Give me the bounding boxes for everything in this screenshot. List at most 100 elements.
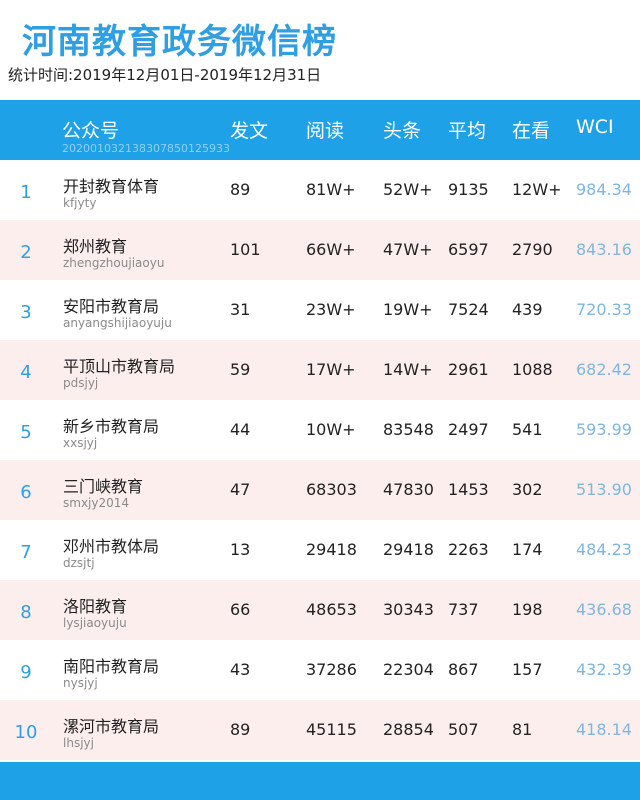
watching-count: 12W+: [512, 180, 562, 199]
table-row: 2 郑州教育 zhengzhoujiaoyu 101 66W+ 47W+ 6597 2790 8…: [0, 220, 640, 280]
average-reads: 737: [448, 600, 479, 619]
watching-count: 157: [512, 660, 543, 679]
header-headline: 头条: [383, 120, 422, 142]
average-reads: 2263: [448, 540, 489, 559]
posts-count: 66: [230, 600, 251, 619]
rank-number: 3: [20, 302, 32, 323]
account-id: dzsjtj: [63, 556, 95, 570]
headline-reads: 29418: [383, 540, 434, 559]
headline-reads: 19W+: [383, 300, 433, 319]
account-name: 漯河市教育局: [63, 717, 160, 736]
average-reads: 7524: [448, 300, 489, 319]
watching-count: 302: [512, 480, 543, 499]
account-name: 平顶山市教育局: [63, 357, 176, 376]
rank-number: 6: [20, 482, 32, 503]
table-row: 10 漯河市教育局 lhsjyj 89 45115 28854 507 81 418.14: [0, 700, 640, 760]
table-row: 7 邓州市教体局 dzsjtj 13 29418 29418 2263 174 484.23: [0, 520, 640, 580]
account-name: 洛阳教育: [63, 597, 128, 616]
average-reads: 1453: [448, 480, 489, 499]
rank-number: 9: [20, 662, 32, 683]
rank-number: 8: [20, 602, 32, 623]
rank-number: 5: [20, 422, 32, 443]
headline-reads: 30343: [383, 600, 434, 619]
wci-score: 843.16: [576, 240, 632, 259]
account-id: kfjyty: [63, 196, 97, 210]
posts-count: 59: [230, 360, 251, 379]
posts-count: 13: [230, 540, 251, 559]
wci-score: 436.68: [576, 600, 632, 619]
account-id: anyangshijiaoyuju: [63, 316, 172, 330]
table-row: 6 三门峡教育 smxjy2014 47 68303 47830 1453 302 513.90: [0, 460, 640, 520]
headline-reads: 22304: [383, 660, 434, 679]
account-name: 邓州市教体局: [63, 537, 160, 556]
header-account: 公众号: [62, 120, 120, 142]
account-name: 三门峡教育: [63, 477, 144, 496]
account-name: 南阳市教育局: [63, 657, 160, 676]
average-reads: 867: [448, 660, 479, 679]
watching-count: 81: [512, 720, 533, 739]
posts-count: 31: [230, 300, 251, 319]
header-watching: 在看: [512, 120, 551, 142]
ranking-table: 1 开封教育体育 kfjyty 89 81W+ 52W+ 9135 12W+ 984.34 2 郑州…: [0, 160, 640, 760]
wci-score: 593.99: [576, 420, 632, 439]
rank-number: 10: [14, 722, 38, 743]
reads-count: 37286: [306, 660, 357, 679]
table-row: 9 南阳市教育局 nysjyj 43 37286 22304 867 157 432.39: [0, 640, 640, 700]
posts-count: 89: [230, 180, 251, 199]
wci-score: 484.23: [576, 540, 632, 559]
rank-number: 7: [20, 542, 32, 563]
account-id: lysjiaoyuju: [63, 616, 127, 630]
table-row: 1 开封教育体育 kfjyty 89 81W+ 52W+ 9135 12W+ 984.34: [0, 160, 640, 220]
header-posts: 发文: [230, 120, 269, 142]
posts-count: 43: [230, 660, 251, 679]
wci-score: 682.42: [576, 360, 632, 379]
reads-count: 45115: [306, 720, 357, 739]
table-row: 5 新乡市教育局 xxsjyj 44 10W+ 83548 2497 541 593.99: [0, 400, 640, 460]
wci-score: 720.33: [576, 300, 632, 319]
footer-band: [0, 762, 640, 800]
average-reads: 9135: [448, 180, 489, 199]
posts-count: 47: [230, 480, 251, 499]
wci-score: 418.14: [576, 720, 632, 739]
account-id: xxsjyj: [63, 436, 98, 450]
reads-count: 66W+: [306, 240, 356, 259]
account-id: pdsjyj: [63, 376, 99, 390]
watching-count: 2790: [512, 240, 553, 259]
headline-reads: 28854: [383, 720, 434, 739]
rank-number: 1: [20, 182, 32, 203]
reads-count: 48653: [306, 600, 357, 619]
account-name: 开封教育体育: [63, 177, 160, 196]
reads-count: 23W+: [306, 300, 356, 319]
headline-reads: 47830: [383, 480, 434, 499]
table-header: 公众号 20200103213830785012593​3 发文 阅读 头条 平…: [0, 100, 640, 160]
header-avg: 平均: [448, 120, 487, 142]
account-name: 新乡市教育局: [63, 417, 160, 436]
wci-score: 984.34: [576, 180, 632, 199]
headline-reads: 52W+: [383, 180, 433, 199]
posts-count: 101: [230, 240, 261, 259]
account-id: lhsjyj: [63, 736, 94, 750]
wci-score: 513.90: [576, 480, 632, 499]
account-id: zhengzhoujiaoyu: [63, 256, 165, 270]
reads-count: 29418: [306, 540, 357, 559]
account-name: 郑州教育: [63, 237, 128, 256]
watching-count: 174: [512, 540, 543, 559]
average-reads: 2961: [448, 360, 489, 379]
headline-reads: 83548: [383, 420, 434, 439]
account-name: 安阳市教育局: [63, 297, 160, 316]
average-reads: 507: [448, 720, 479, 739]
average-reads: 2497: [448, 420, 489, 439]
header-reads: 阅读: [306, 120, 345, 142]
headline-reads: 14W+: [383, 360, 433, 379]
watching-count: 439: [512, 300, 543, 319]
watching-count: 198: [512, 600, 543, 619]
watching-count: 1088: [512, 360, 553, 379]
watching-count: 541: [512, 420, 543, 439]
rank-number: 2: [20, 242, 32, 263]
rank-number: 4: [20, 362, 32, 383]
wci-score: 432.39: [576, 660, 632, 679]
statistics-period: 统计时间:2019年12月01日-2019年12月31日: [8, 66, 322, 84]
reads-count: 17W+: [306, 360, 356, 379]
reads-count: 81W+: [306, 180, 356, 199]
table-row: 8 洛阳教育 lysjiaoyuju 66 48653 30343 737 198 436.68: [0, 580, 640, 640]
